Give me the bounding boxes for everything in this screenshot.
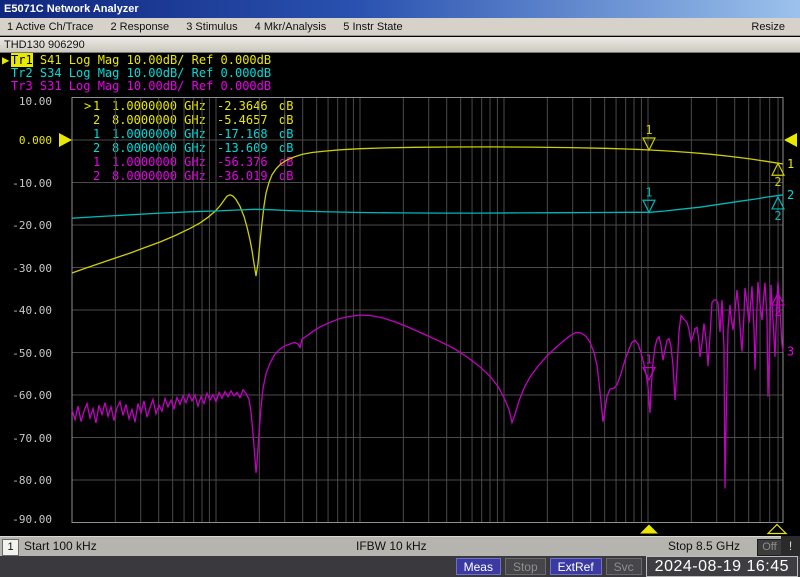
marker-1-triangle-icon[interactable] bbox=[643, 200, 655, 212]
ref-level-arrow-right[interactable] bbox=[784, 133, 797, 147]
stop-frequency-label: Stop 8.5 GHz bbox=[668, 539, 740, 553]
ref-level-arrow-left[interactable] bbox=[59, 133, 72, 147]
status-bar: Meas Stop ExtRef Svc 2024-08-19 16:45 bbox=[0, 556, 800, 577]
analyzer-screen: E5071C Network Analyzer 1 Active Ch/Trac… bbox=[0, 0, 800, 577]
marker-1-number: 1 bbox=[645, 185, 652, 199]
status-stop: Stop bbox=[505, 558, 546, 575]
marker-1-number: 1 bbox=[645, 123, 652, 137]
stimulus-marker-filled-icon[interactable] bbox=[640, 525, 658, 534]
trace-end-label-2: 2 bbox=[787, 188, 794, 202]
ifbw-label: IFBW 10 kHz bbox=[356, 539, 427, 553]
stimulus-marker-hollow-icon[interactable] bbox=[768, 525, 786, 534]
status-svc: Svc bbox=[606, 558, 642, 575]
trace-end-label-3: 3 bbox=[787, 345, 794, 359]
trace-tr2[interactable] bbox=[72, 195, 783, 218]
alert-indicator: ! bbox=[781, 536, 800, 556]
status-meas: Meas bbox=[456, 558, 501, 575]
channel-bar: 1 Start 100 kHz IFBW 10 kHz Stop 8.5 GHz… bbox=[0, 536, 781, 556]
status-datetime: 2024-08-19 16:45 bbox=[646, 556, 798, 577]
marker-2-number: 2 bbox=[774, 305, 781, 319]
marker-1-number: 1 bbox=[645, 353, 652, 367]
trace-tr1[interactable] bbox=[72, 147, 783, 276]
marker-2-number: 2 bbox=[774, 175, 781, 189]
marker-2-number: 2 bbox=[774, 209, 781, 223]
status-extref: ExtRef bbox=[550, 558, 602, 575]
off-button[interactable]: Off bbox=[757, 539, 782, 556]
start-frequency-label: Start 100 kHz bbox=[24, 539, 97, 553]
chart-area[interactable]: 121212123 bbox=[0, 0, 800, 577]
trace-end-label-1: 1 bbox=[787, 157, 794, 171]
channel-number-badge: 1 bbox=[2, 539, 19, 556]
trace-tr3[interactable] bbox=[72, 282, 783, 489]
